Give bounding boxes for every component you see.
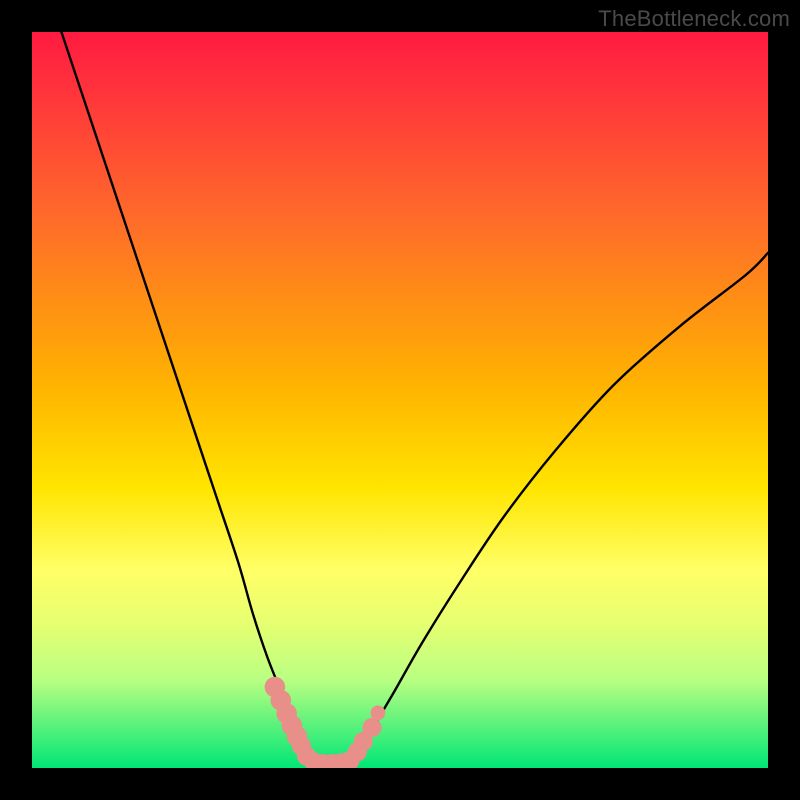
marker-dot [362, 718, 381, 737]
series-right-curve [356, 253, 768, 753]
series-left-curve [61, 32, 304, 753]
marker-dot [371, 705, 386, 720]
curves-svg [32, 32, 768, 768]
watermark-text: TheBottleneck.com [598, 6, 790, 32]
plot-area [32, 32, 768, 768]
chart-frame: TheBottleneck.com [0, 0, 800, 800]
